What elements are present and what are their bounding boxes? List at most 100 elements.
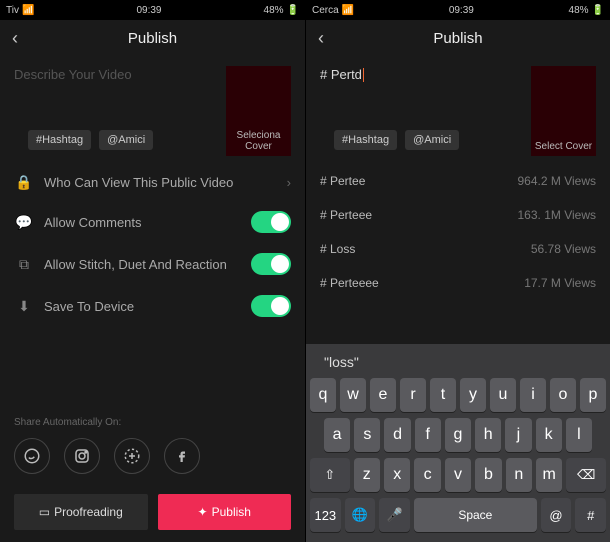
hashtag-suggestion[interactable]: # Perteeee 17.7 M Views xyxy=(306,266,610,300)
save-row: ⬇ Save To Device xyxy=(0,285,305,327)
signal-icon: 📶 xyxy=(22,5,34,16)
instagram-icon[interactable] xyxy=(64,438,100,474)
hashtag-chip[interactable]: #Hashtag xyxy=(334,130,397,150)
key-j[interactable]: j xyxy=(505,418,531,452)
publish-button[interactable]: ✦ Publish xyxy=(158,494,292,530)
hashtag-chip[interactable]: #Hashtag xyxy=(28,130,91,150)
lock-icon: 🔒 xyxy=(14,174,34,191)
carrier-label: Cerca xyxy=(312,5,339,16)
draft-icon: ▭ xyxy=(39,505,50,519)
draft-button[interactable]: ▭ Proofreading xyxy=(14,494,148,530)
save-toggle[interactable] xyxy=(251,295,291,317)
chevron-right-icon: › xyxy=(287,175,291,190)
key-numbers[interactable]: 123 xyxy=(310,498,341,532)
status-bar: Tiv 📶 09:39 48% 🔋 xyxy=(0,0,305,20)
key-globe[interactable]: 🌐 xyxy=(345,498,376,532)
page-title: Publish xyxy=(128,30,177,47)
key-w[interactable]: w xyxy=(340,378,366,412)
download-icon: ⬇ xyxy=(14,298,34,315)
screen-left: Tiv 📶 09:39 48% 🔋 ‹ Publish Describe You… xyxy=(0,0,305,542)
comments-toggle[interactable] xyxy=(251,211,291,233)
battery-icon: 🔋 xyxy=(287,5,299,16)
key-f[interactable]: f xyxy=(415,418,441,452)
compose-area: Describe Your Video #Hashtag @Amici Sele… xyxy=(0,56,305,164)
status-time: 09:39 xyxy=(136,5,161,16)
key-hash[interactable]: # xyxy=(575,498,606,532)
comments-row: 💬 Allow Comments xyxy=(0,201,305,243)
battery-icon: 🔋 xyxy=(592,5,604,16)
key-t[interactable]: t xyxy=(430,378,456,412)
facebook-icon[interactable] xyxy=(164,438,200,474)
keyboard-suggestion[interactable]: "loss" xyxy=(310,350,606,378)
key-x[interactable]: x xyxy=(384,458,410,492)
hashtag-suggestion[interactable]: # Perteee 163. 1M Views xyxy=(306,198,610,232)
key-r[interactable]: r xyxy=(400,378,426,412)
keyboard-row: 123 🌐 🎤 Space @ # xyxy=(310,498,606,532)
key-h[interactable]: h xyxy=(475,418,501,452)
chips-row: #Hashtag @Amici xyxy=(14,130,218,160)
key-v[interactable]: v xyxy=(445,458,471,492)
header: ‹ Publish xyxy=(0,20,305,56)
description-field[interactable]: Describe Your Video xyxy=(14,66,218,84)
whatsapp-icon[interactable] xyxy=(14,438,50,474)
chips-row: #Hashtag @Amici xyxy=(320,130,523,160)
friends-chip[interactable]: @Amici xyxy=(99,130,153,150)
hashtag-suggestion[interactable]: # Loss 56.78 Views xyxy=(306,232,610,266)
key-backspace[interactable]: ⌫ xyxy=(566,458,606,492)
stitch-row: ⧉ Allow Stitch, Duet And Reaction xyxy=(0,243,305,285)
key-b[interactable]: b xyxy=(475,458,501,492)
carrier-label: Tiv xyxy=(6,5,19,16)
key-e[interactable]: e xyxy=(370,378,396,412)
compose-area: # Pertd #Hashtag @Amici Select Cover xyxy=(306,56,610,164)
key-s[interactable]: s xyxy=(354,418,380,452)
duet-icon: ⧉ xyxy=(14,256,34,273)
key-mic[interactable]: 🎤 xyxy=(379,498,410,532)
publish-icon: ✦ xyxy=(198,505,208,519)
share-row xyxy=(0,432,305,486)
cover-label: Seleciona Cover xyxy=(226,130,291,152)
key-o[interactable]: o xyxy=(550,378,576,412)
battery-percent: 48% xyxy=(569,5,589,16)
text-caret xyxy=(363,68,364,82)
key-z[interactable]: z xyxy=(354,458,380,492)
key-shift[interactable]: ⇧ xyxy=(310,458,350,492)
key-d[interactable]: d xyxy=(384,418,410,452)
keyboard-row: q w e r t y u i o p xyxy=(310,378,606,412)
key-m[interactable]: m xyxy=(536,458,562,492)
battery-percent: 48% xyxy=(264,5,284,16)
key-k[interactable]: k xyxy=(536,418,562,452)
key-at[interactable]: @ xyxy=(541,498,572,532)
key-y[interactable]: y xyxy=(460,378,486,412)
cover-thumbnail[interactable]: Seleciona Cover xyxy=(226,66,291,156)
friends-chip[interactable]: @Amici xyxy=(405,130,459,150)
stitch-toggle[interactable] xyxy=(251,253,291,275)
status-bar: Cerca 📶 09:39 48% 🔋 xyxy=(306,0,610,20)
keyboard-row: a s d f g h j k l xyxy=(310,418,606,452)
share-label: Share Automatically On: xyxy=(0,407,305,432)
key-q[interactable]: q xyxy=(310,378,336,412)
keyboard: "loss" q w e r t y u i o p a s d f g h j… xyxy=(306,344,610,542)
hashtag-suggestion[interactable]: # Pertee 964.2 M Views xyxy=(306,164,610,198)
key-u[interactable]: u xyxy=(490,378,516,412)
back-button[interactable]: ‹ xyxy=(318,28,324,49)
key-p[interactable]: p xyxy=(580,378,606,412)
stories-icon[interactable] xyxy=(114,438,150,474)
key-space[interactable]: Space xyxy=(414,498,537,532)
screen-right: Cerca 📶 09:39 48% 🔋 ‹ Publish # Pertd #H… xyxy=(305,0,610,542)
key-a[interactable]: a xyxy=(324,418,350,452)
key-l[interactable]: l xyxy=(566,418,592,452)
key-c[interactable]: c xyxy=(414,458,440,492)
status-time: 09:39 xyxy=(449,5,474,16)
cover-thumbnail[interactable]: Select Cover xyxy=(531,66,596,156)
keyboard-row: ⇧ z x c v b n m ⌫ xyxy=(310,458,606,492)
page-title: Publish xyxy=(433,30,482,47)
back-button[interactable]: ‹ xyxy=(12,28,18,49)
signal-icon: 📶 xyxy=(342,5,354,16)
privacy-row[interactable]: 🔒 Who Can View This Public Video › xyxy=(0,164,305,201)
header: ‹ Publish xyxy=(306,20,610,56)
key-n[interactable]: n xyxy=(506,458,532,492)
key-g[interactable]: g xyxy=(445,418,471,452)
bottom-buttons: ▭ Proofreading ✦ Publish xyxy=(0,486,305,542)
description-field[interactable]: # Pertd xyxy=(320,66,523,84)
key-i[interactable]: i xyxy=(520,378,546,412)
